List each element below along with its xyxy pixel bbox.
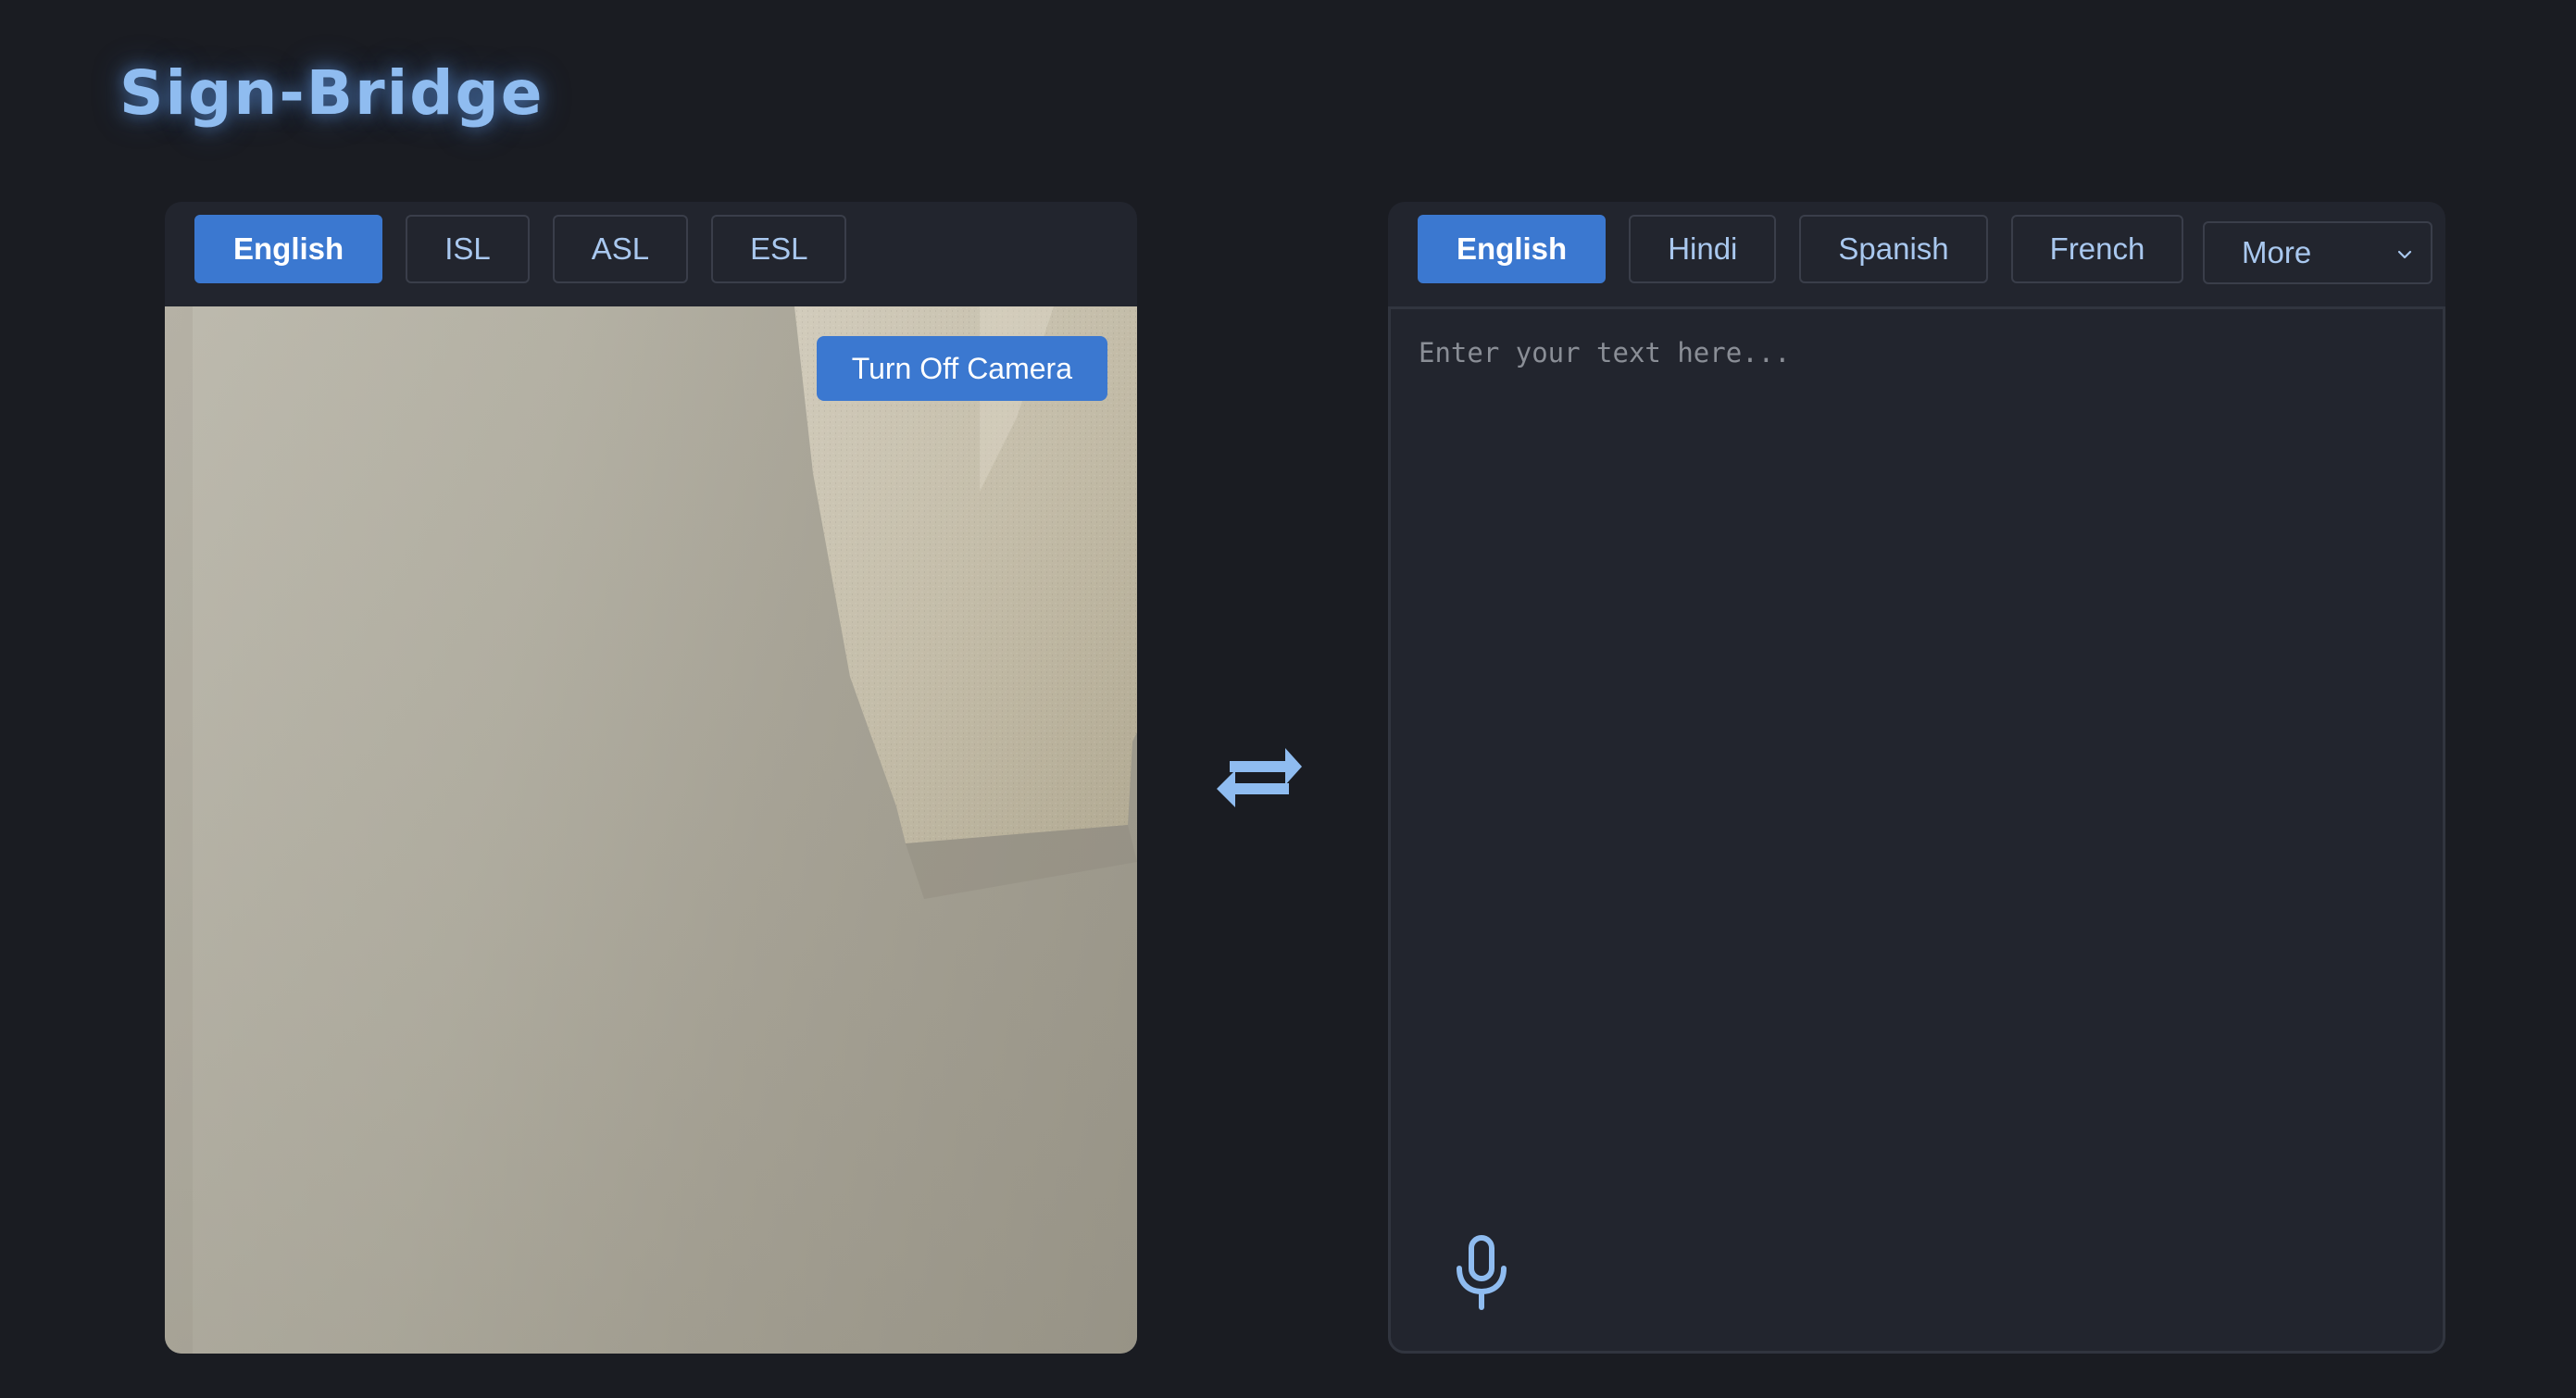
turn-off-camera-button[interactable]: Turn Off Camera [816, 336, 1107, 401]
source-tab-english[interactable]: English [194, 215, 383, 283]
source-tab-isl[interactable]: ISL [406, 215, 530, 283]
target-tab-french[interactable]: French [2010, 215, 2184, 283]
more-select-label: More [2242, 235, 2312, 269]
target-tab-hindi[interactable]: Hindi [1629, 215, 1777, 283]
text-input-area [1388, 306, 2445, 1354]
microphone-icon[interactable] [1452, 1235, 1511, 1311]
target-language-tabs: English Hindi Spanish French [1418, 215, 2184, 283]
more-languages-select[interactable]: More [2203, 221, 2432, 284]
app-title: Sign-Bridge [119, 57, 544, 129]
target-panel: English Hindi Spanish French More [1388, 202, 2445, 1354]
target-tab-spanish[interactable]: Spanish [1799, 215, 1988, 283]
camera-frame-image [165, 306, 1137, 1354]
source-language-tabs: English ISL ASL ESL [194, 215, 847, 283]
text-input[interactable] [1417, 335, 2420, 1218]
chevron-down-icon [2397, 250, 2412, 259]
swap-arrows-icon[interactable] [1213, 741, 1306, 815]
camera-feed: Turn Off Camera [165, 306, 1137, 1354]
source-panel: English ISL ASL ESL Turn Off Camera [165, 202, 1137, 1354]
target-tab-english[interactable]: English [1418, 215, 1607, 283]
source-tab-esl[interactable]: ESL [711, 215, 847, 283]
source-tab-asl[interactable]: ASL [552, 215, 689, 283]
